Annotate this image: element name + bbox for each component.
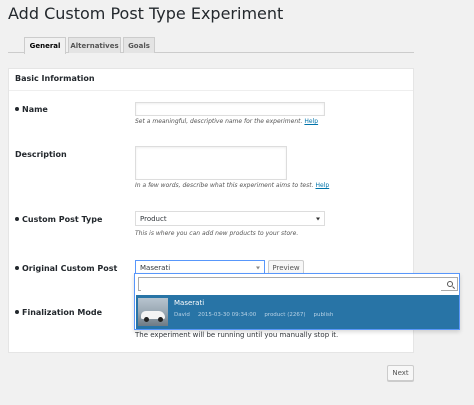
description-label-text: Description: [15, 150, 67, 159]
original-post-dropdown: Maserati David 2015-03-30 09:34:00 product…: [134, 273, 460, 330]
name-label: Name: [15, 105, 48, 114]
original-post-value: Maserati: [140, 263, 171, 272]
chevron-down-icon: [316, 217, 320, 220]
result-status: publish: [313, 312, 334, 318]
chevron-down-icon: [256, 266, 260, 269]
post-type-label: Custom Post Type: [15, 215, 102, 224]
post-type-help: This is where you can add new products t…: [135, 230, 299, 237]
section-title: Basic Information: [15, 74, 95, 83]
result-date: 2015-03-30 09:34:00: [197, 312, 257, 318]
tab-goals[interactable]: Goals: [123, 37, 155, 53]
car-wheel: [158, 317, 163, 322]
dropdown-result-item[interactable]: Maserati David 2015-03-30 09:34:00 product…: [136, 295, 459, 329]
post-type-select[interactable]: Product: [135, 211, 325, 226]
description-help-link[interactable]: Help: [316, 182, 330, 189]
name-input[interactable]: [135, 102, 325, 116]
next-button[interactable]: Next: [387, 365, 414, 381]
finalization-label: Finalization Mode: [15, 308, 102, 317]
name-help-link[interactable]: Help: [304, 118, 318, 125]
result-type: product (2267): [264, 312, 306, 318]
finalization-text: The experiment will be running until you…: [135, 331, 339, 339]
search-icon: [447, 281, 453, 287]
name-help: Set a meaningful, descriptive name for t…: [135, 118, 318, 125]
required-bullet: [15, 265, 19, 270]
original-post-label: Original Custom Post: [15, 264, 117, 273]
tab-general[interactable]: General: [24, 37, 66, 54]
original-post-label-text: Original Custom Post: [22, 264, 118, 273]
required-bullet: [15, 216, 19, 221]
required-bullet: [15, 106, 19, 111]
product-thumbnail: [138, 298, 168, 326]
post-type-label-text: Custom Post Type: [22, 215, 103, 224]
finalization-label-text: Finalization Mode: [22, 308, 102, 317]
result-meta: David 2015-03-30 09:34:00 product (2267) pu…: [174, 312, 341, 318]
name-label-text: Name: [22, 105, 48, 114]
post-type-value: Product: [140, 214, 167, 223]
description-help: In a few words, describe what this exper…: [135, 182, 329, 189]
result-author: David: [174, 312, 190, 318]
result-title: Maserati: [174, 299, 205, 307]
description-textarea[interactable]: [135, 146, 287, 180]
tab-bar: General Alternatives Goals: [8, 37, 414, 54]
description-label: Description: [15, 150, 67, 159]
dropdown-search-field[interactable]: [138, 277, 458, 296]
tab-alternatives[interactable]: Alternatives: [68, 37, 121, 53]
dropdown-search-input[interactable]: [141, 283, 441, 296]
car-wheel: [144, 317, 149, 322]
required-bullet: [15, 309, 19, 314]
name-help-text: Set a meaningful, descriptive name for t…: [135, 118, 303, 125]
section-divider: [9, 90, 413, 91]
description-help-text: In a few words, describe what this exper…: [135, 182, 314, 189]
page-title: Add Custom Post Type Experiment: [8, 4, 284, 23]
